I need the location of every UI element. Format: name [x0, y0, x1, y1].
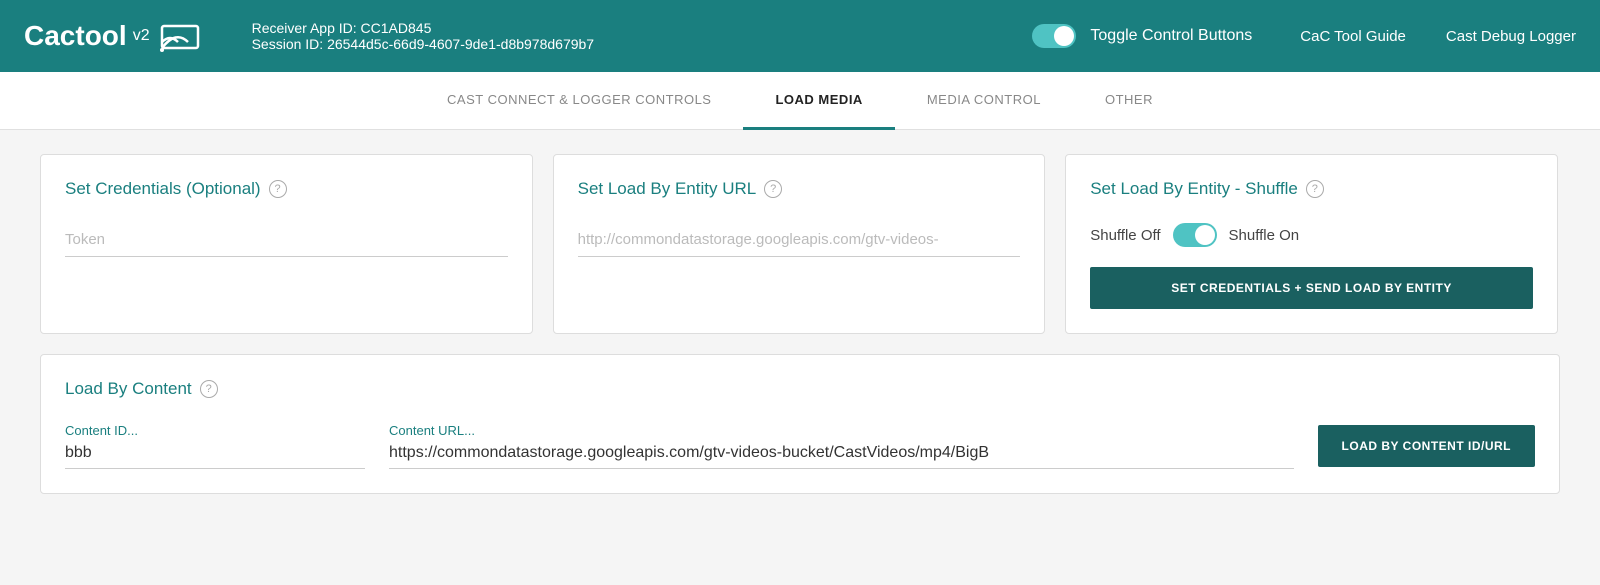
cast-icon — [160, 20, 200, 52]
token-input[interactable] — [65, 223, 508, 257]
tab-media-control[interactable]: MEDIA CONTROL — [895, 72, 1073, 130]
content-url-group: Content URL... https://commondatastorage… — [389, 423, 1294, 469]
session-id: Session ID: 26544d5c-66d9-4607-9de1-d8b9… — [252, 36, 1033, 52]
header-info: Receiver App ID: CC1AD845 Session ID: 26… — [252, 20, 1033, 52]
set-load-entity-shuffle-title: Set Load By Entity - Shuffle ? — [1090, 179, 1533, 199]
tab-navigation: CAST CONNECT & LOGGER CONTROLS LOAD MEDI… — [0, 72, 1600, 130]
set-credentials-title: Set Credentials (Optional) ? — [65, 179, 508, 199]
shuffle-off-label: Shuffle Off — [1090, 227, 1160, 244]
main-content: Set Credentials (Optional) ? Set Load By… — [0, 130, 1600, 518]
entity-url-input[interactable] — [578, 223, 1021, 257]
load-by-content-help-icon[interactable]: ? — [200, 380, 218, 398]
logo-version: v2 — [133, 27, 150, 45]
set-load-entity-shuffle-card: Set Load By Entity - Shuffle ? Shuffle O… — [1065, 154, 1558, 334]
header-nav: CaC Tool Guide Cast Debug Logger — [1300, 28, 1576, 45]
shuffle-on-label: Shuffle On — [1229, 227, 1300, 244]
set-credentials-help-icon[interactable]: ? — [269, 180, 287, 198]
toggle-control-buttons[interactable] — [1032, 24, 1076, 48]
set-load-entity-shuffle-help-icon[interactable]: ? — [1306, 180, 1324, 198]
cards-row-1: Set Credentials (Optional) ? Set Load By… — [40, 154, 1560, 334]
load-by-content-id-url-button[interactable]: LOAD BY CONTENT ID/URL — [1318, 425, 1535, 467]
set-credentials-card: Set Credentials (Optional) ? — [40, 154, 533, 334]
tab-load-media[interactable]: LOAD MEDIA — [743, 72, 894, 130]
load-content-row: Content ID... bbb Content URL... https:/… — [65, 423, 1535, 469]
logo: Cactool v2 — [24, 20, 220, 52]
nav-cast-debug-logger[interactable]: Cast Debug Logger — [1446, 28, 1576, 45]
set-load-entity-url-title: Set Load By Entity URL ? — [578, 179, 1021, 199]
content-id-group: Content ID... bbb — [65, 423, 365, 469]
tab-other[interactable]: OTHER — [1073, 72, 1185, 130]
content-id-value: bbb — [65, 444, 365, 469]
app-header: Cactool v2 Receiver App ID: CC1AD845 Ses… — [0, 0, 1600, 72]
shuffle-toggle-row: Shuffle Off Shuffle On — [1090, 223, 1533, 247]
logo-text: Cactool — [24, 20, 127, 52]
set-credentials-send-load-by-entity-button[interactable]: SET CREDENTIALS + SEND LOAD BY ENTITY — [1090, 267, 1533, 309]
set-load-entity-url-help-icon[interactable]: ? — [764, 180, 782, 198]
content-url-label: Content URL... — [389, 423, 1294, 438]
load-by-content-card: Load By Content ? Content ID... bbb Cont… — [40, 354, 1560, 494]
tab-cast-connect[interactable]: CAST CONNECT & LOGGER CONTROLS — [415, 72, 743, 130]
load-by-content-title: Load By Content ? — [65, 379, 1535, 399]
content-id-label: Content ID... — [65, 423, 365, 438]
content-url-value: https://commondatastorage.googleapis.com… — [389, 444, 1294, 469]
shuffle-toggle[interactable] — [1173, 223, 1217, 247]
nav-cac-tool-guide[interactable]: CaC Tool Guide — [1300, 28, 1406, 45]
receiver-app-id: Receiver App ID: CC1AD845 — [252, 20, 1033, 36]
set-load-entity-url-card: Set Load By Entity URL ? — [553, 154, 1046, 334]
toggle-label: Toggle Control Buttons — [1090, 27, 1252, 45]
toggle-section: Toggle Control Buttons — [1032, 24, 1252, 48]
